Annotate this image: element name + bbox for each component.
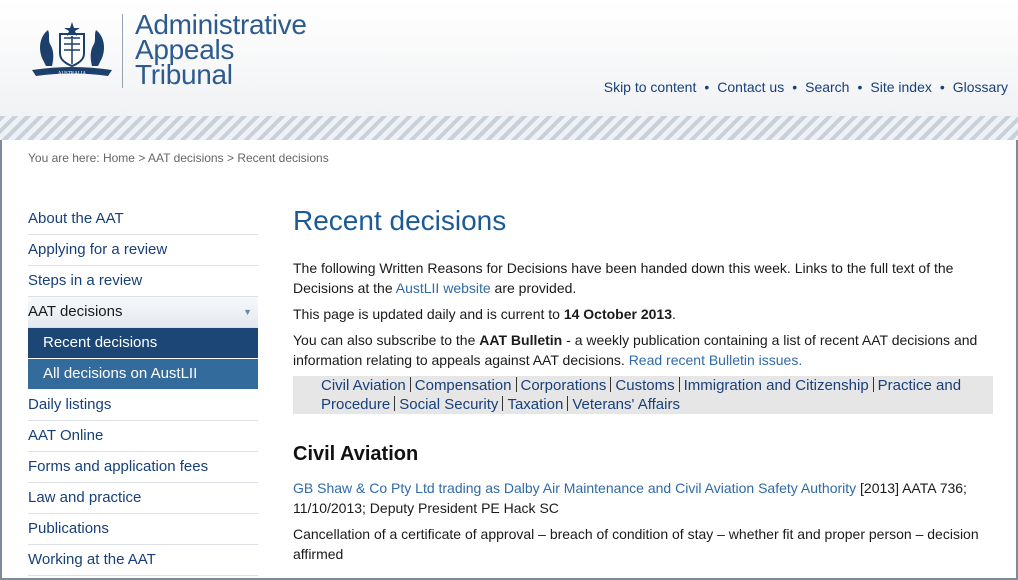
case-entry: GB Shaw & Co Pty Ltd trading as Dalby Ai… [293,478,993,518]
site-header: AUSTRALIA Administrative Appeals Tribuna… [0,0,1018,116]
category-link-taxation[interactable]: Taxation [507,396,563,413]
coat-of-arms-logo: AUSTRALIA [32,22,112,77]
utility-links: Skip to content • Contact us • Search • Site i… [603,79,1008,95]
category-jump-links: Civil Aviation Compensation Corporations Cu… [293,376,993,414]
sidebar-item-applying[interactable]: Applying for a review [28,235,258,266]
sidebar-subitem-all-decisions[interactable]: All decisions on AustLII [28,359,258,390]
sidebar-item-steps[interactable]: Steps in a review [28,266,258,297]
sidebar-item-about[interactable]: About the AAT [28,204,258,235]
sidebar-item-aat-decisions[interactable]: AAT decisions ▼ [28,297,258,328]
header-divider [122,14,123,88]
category-link-corporations[interactable]: Corporations [521,377,607,394]
breadcrumb-current: Recent decisions [237,151,329,165]
sidebar-nav: About the AAT Applying for a review Step… [28,204,258,576]
case-link[interactable]: GB Shaw & Co Pty Ltd trading as Dalby Ai… [293,480,856,496]
category-link-immigration[interactable]: Immigration and Citizenship [684,377,869,394]
main-content: Recent decisions The following Written R… [293,204,993,570]
sidebar-item-forms[interactable]: Forms and application fees [28,452,258,483]
category-link-customs[interactable]: Customs [615,377,674,394]
sidebar-subitem-recent-decisions[interactable]: Recent decisions [28,328,258,359]
bulletin-link[interactable]: Read recent Bulletin issues. [629,352,803,368]
search-link[interactable]: Search [805,79,849,95]
bulletin-paragraph: You can also subscribe to the AAT Bullet… [293,332,978,368]
breadcrumb: You are here: Home > AAT decisions > Rec… [28,151,329,165]
sidebar-item-daily-listings[interactable]: Daily listings [28,390,258,421]
category-link-veterans[interactable]: Veterans' Affairs [572,396,680,413]
category-link-social-security[interactable]: Social Security [399,396,498,413]
updated-date: 14 October 2013 [563,306,672,322]
category-link-civil-aviation[interactable]: Civil Aviation [321,377,406,394]
bulletin-name: AAT Bulletin [479,332,563,348]
breadcrumb-aat-decisions[interactable]: AAT decisions [148,151,224,165]
section-heading-civil-aviation: Civil Aviation [293,443,419,465]
site-index-link[interactable]: Site index [870,79,931,95]
sidebar-item-working[interactable]: Working at the AAT [28,545,258,576]
glossary-link[interactable]: Glossary [953,79,1008,95]
decorative-hatch-band [0,116,1018,140]
updated-paragraph: This page is updated daily and is curren… [293,306,676,322]
case-summary: Cancellation of a certificate of approva… [293,526,979,562]
chevron-down-icon: ▼ [243,307,252,317]
page-title: Recent decisions [293,205,507,236]
sidebar-item-law[interactable]: Law and practice [28,483,258,514]
breadcrumb-prefix: You are here: [28,151,100,165]
agency-name[interactable]: Administrative Appeals Tribunal [135,11,307,90]
austlii-link[interactable]: AustLII website [396,280,491,296]
agency-name-line3: Tribunal [135,59,233,90]
skip-to-content-link[interactable]: Skip to content [604,79,697,95]
sidebar-item-publications[interactable]: Publications [28,514,258,545]
sidebar-item-aat-online[interactable]: AAT Online [28,421,258,452]
crest-label: AUSTRALIA [58,72,87,77]
sidebar-item-label: AAT decisions [28,303,123,320]
breadcrumb-home[interactable]: Home [103,151,135,165]
category-link-compensation[interactable]: Compensation [415,377,512,394]
intro-paragraph: The following Written Reasons for Decisi… [293,260,954,296]
contact-us-link[interactable]: Contact us [717,79,784,95]
